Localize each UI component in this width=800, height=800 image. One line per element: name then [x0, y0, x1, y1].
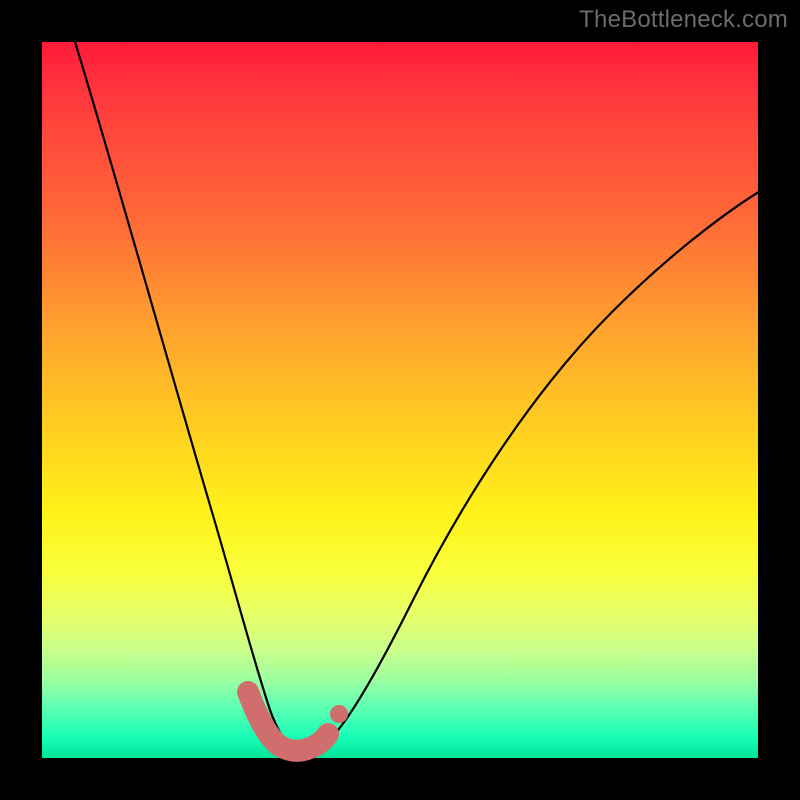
- highlight-segment: [248, 692, 328, 751]
- chart-svg: [42, 42, 758, 758]
- chart-frame: TheBottleneck.com: [0, 0, 800, 800]
- watermark-text: TheBottleneck.com: [579, 6, 788, 34]
- bottleneck-curve: [72, 32, 762, 751]
- plot-area: [42, 42, 758, 758]
- highlight-end-dot: [330, 705, 348, 723]
